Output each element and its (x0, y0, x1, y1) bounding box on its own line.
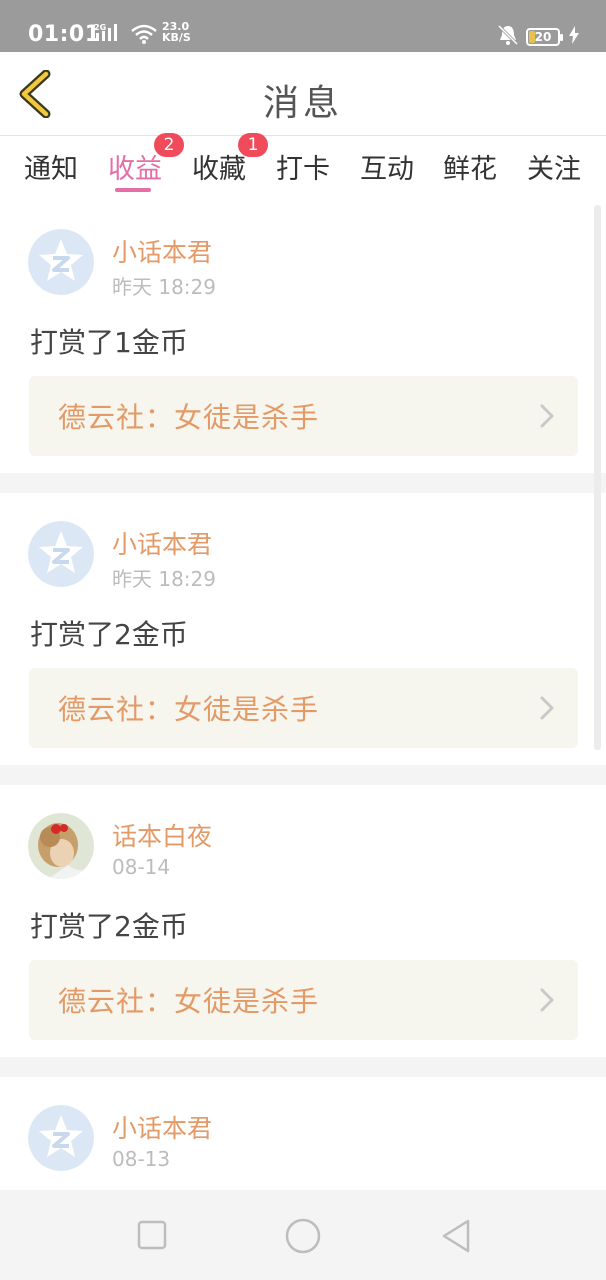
header: 消息 (0, 52, 606, 136)
network-speed: 23.0 KB/S (162, 21, 191, 43)
username[interactable]: 小话本君 (112, 525, 212, 561)
tab-label: 关注 (527, 154, 581, 185)
chevron-right-icon (540, 696, 554, 720)
unread-badge: 1 (238, 133, 268, 157)
divider (0, 1057, 606, 1077)
tab-label: 通知 (24, 154, 78, 185)
status-time: 01:01 (28, 22, 101, 47)
book-title: 德云社：女徒是杀手 (58, 985, 320, 1018)
book-title: 德云社：女徒是杀手 (58, 693, 320, 726)
system-nav-bar (0, 1190, 606, 1280)
default-avatar-icon[interactable] (28, 229, 94, 295)
tab-flowers[interactable]: 鲜花 (443, 147, 497, 186)
book-link[interactable]: 德云社：女徒是杀手 (29, 960, 578, 1040)
tab-label: 鲜花 (443, 154, 497, 185)
photo-avatar[interactable] (28, 813, 94, 879)
signal-icon: 2G (94, 22, 124, 46)
battery-level: 20 (534, 30, 552, 44)
default-avatar-icon[interactable] (28, 521, 94, 587)
tab-notifications[interactable]: 通知 (24, 147, 78, 186)
svg-text:2G: 2G (94, 23, 106, 32)
message-text: 打赏了2金币 (30, 910, 188, 943)
battery-icon: 20 (526, 28, 563, 46)
username[interactable]: 话本白夜 (112, 817, 212, 853)
message-time: 08-14 (112, 855, 171, 879)
book-title: 德云社：女徒是杀手 (58, 401, 320, 434)
tab-label: 打卡 (276, 154, 330, 185)
message-text: 打赏了1金币 (30, 326, 188, 359)
wifi-icon (130, 24, 158, 48)
tab-bar: 通知 收益 2 收藏 1 打卡 互动 鲜花 关注 (0, 133, 606, 201)
divider (0, 765, 606, 785)
book-link[interactable]: 德云社：女徒是杀手 (29, 376, 578, 456)
tab-label: 互动 (360, 154, 414, 185)
username[interactable]: 小话本君 (112, 233, 212, 269)
book-link[interactable]: 德云社：女徒是杀手 (29, 668, 578, 748)
tab-label: 收益 (108, 154, 162, 185)
home-icon[interactable] (285, 1218, 321, 1254)
scrollbar[interactable] (594, 205, 601, 750)
tab-checkin[interactable]: 打卡 (276, 147, 330, 186)
tab-interaction[interactable]: 互动 (360, 147, 414, 186)
tab-label: 收藏 (192, 154, 246, 185)
message-card: 话本白夜 08-14 打赏了2金币 德云社：女徒是杀手 (0, 785, 606, 1057)
default-avatar-icon[interactable] (28, 1105, 94, 1171)
page-title: 消息 (262, 83, 343, 124)
message-time: 昨天 18:29 (112, 275, 216, 299)
recent-apps-icon[interactable] (137, 1220, 167, 1250)
message-time: 08-13 (112, 1147, 171, 1171)
username[interactable]: 小话本君 (112, 1109, 212, 1145)
tab-follow[interactable]: 关注 (527, 147, 581, 186)
active-tab-indicator (115, 188, 151, 192)
tab-favorites[interactable]: 收藏 1 (192, 133, 268, 186)
speed-unit: KB/S (162, 31, 191, 44)
message-card: 小话本君 昨天 18:29 打赏了1金币 德云社：女徒是杀手 (0, 201, 606, 473)
chevron-right-icon (540, 404, 554, 428)
back-nav-icon[interactable] (440, 1218, 472, 1254)
tab-earnings[interactable]: 收益 2 (108, 133, 184, 186)
mute-icon (497, 24, 519, 50)
divider (0, 473, 606, 493)
message-text: 打赏了2金币 (30, 618, 188, 651)
chevron-right-icon (540, 988, 554, 1012)
message-card: 小话本君 昨天 18:29 打赏了2金币 德云社：女徒是杀手 (0, 493, 606, 765)
message-time: 昨天 18:29 (112, 567, 216, 591)
message-card: 小话本君 08-13 (0, 1077, 606, 1190)
charging-icon (568, 26, 580, 48)
status-bar: 01:01 2G 23.0 KB/S 20 (0, 0, 606, 52)
unread-badge: 2 (154, 133, 184, 157)
